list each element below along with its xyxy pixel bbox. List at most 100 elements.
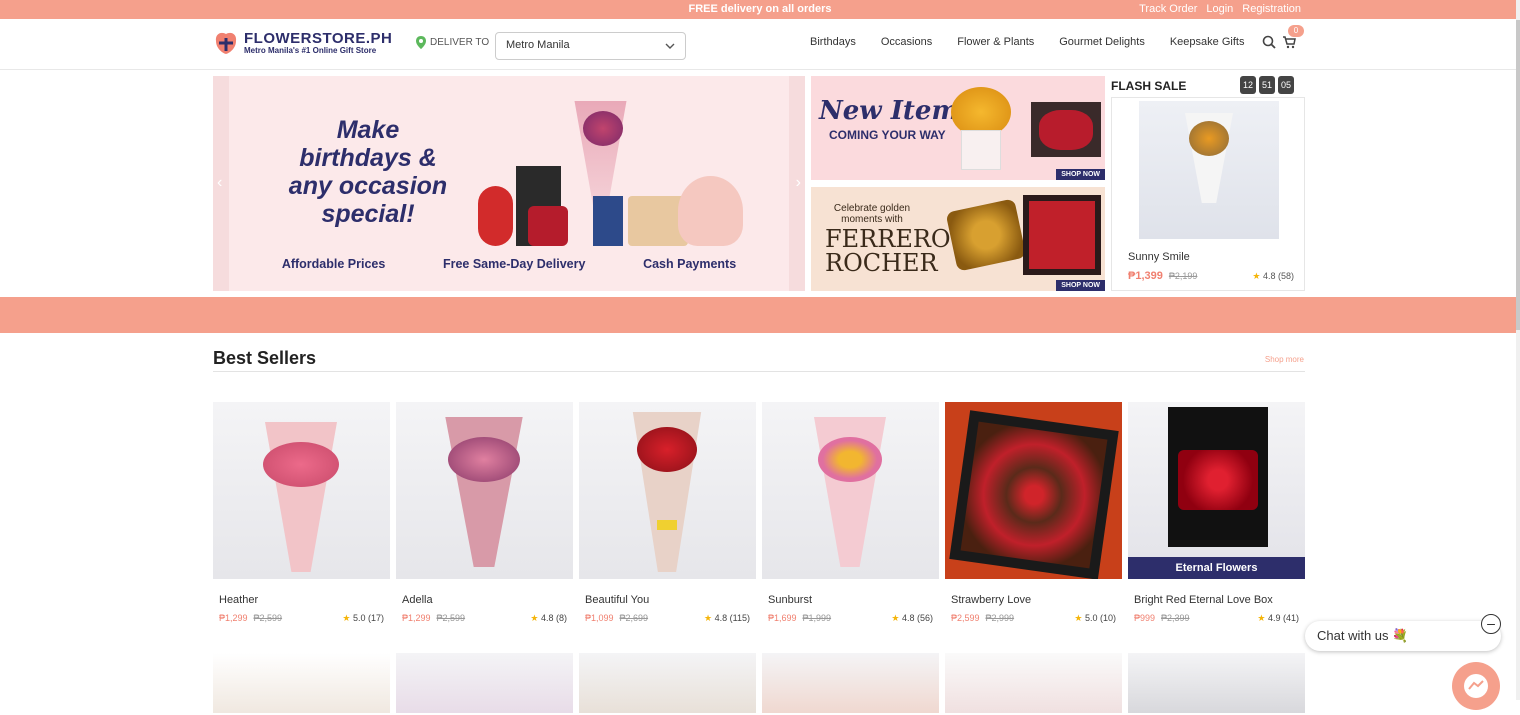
product-card[interactable] <box>396 653 573 713</box>
product-name: Adella <box>402 594 433 606</box>
best-sellers-title: Best Sellers <box>213 348 317 368</box>
location-value: Metro Manila <box>506 39 570 51</box>
deliver-to-label: DELIVER TO <box>416 36 489 49</box>
product-rating: ★ 4.9 (41) <box>1257 613 1299 623</box>
nav-gourmet-delights[interactable]: Gourmet Delights <box>1059 36 1145 48</box>
product-name: Bright Red Eternal Love Box <box>1134 594 1273 606</box>
timer-seconds: 05 <box>1278 76 1295 94</box>
star-icon: ★ <box>530 613 539 623</box>
main-nav: Birthdays Occasions Flower & Plants Gour… <box>810 36 1244 48</box>
product-old-price: ₱2,399 <box>1161 613 1190 623</box>
product-price: ₱999 ₱2,399 <box>1134 613 1190 623</box>
section-divider <box>213 371 1305 372</box>
perk-same-day-delivery: Free Same-Day Delivery <box>442 257 586 271</box>
perk-affordable-prices: Affordable Prices <box>281 257 386 271</box>
product-card[interactable] <box>762 653 939 713</box>
product-card[interactable]: Strawberry Love ₱2,599 ₱2,999 ★ 5.0 (10) <box>945 402 1122 632</box>
promo-band <box>0 297 1520 333</box>
product-name: Strawberry Love <box>951 594 1032 606</box>
product-rating: ★ 5.0 (17) <box>342 613 384 623</box>
flash-sale-product-image <box>1139 101 1279 239</box>
product-price: ₱1,299 ₱2,599 <box>219 613 283 623</box>
flash-product-name: Sunny Smile <box>1128 251 1190 263</box>
product-old-price: ₱2,599 <box>436 613 466 623</box>
shop-more-link[interactable]: Shop more <box>1265 355 1304 364</box>
carousel-next-icon[interactable]: › <box>796 174 801 192</box>
carousel-prev-icon[interactable]: ‹ <box>217 174 222 192</box>
page-scrollbar[interactable] <box>1516 0 1520 700</box>
flash-product-price: ₱1,399 ₱2,199 <box>1128 270 1198 282</box>
cart-count-badge: 0 <box>1288 25 1304 37</box>
product-price: ₱2,599 ₱2,999 <box>951 613 1015 623</box>
ferrero-pre-text: Celebrate golden moments with <box>833 203 911 225</box>
eternal-flowers-badge: Eternal Flowers <box>1128 557 1305 579</box>
new-items-banner[interactable]: New Items COMING YOUR WAY SHOP NOW <box>811 76 1105 180</box>
product-card[interactable] <box>945 653 1122 713</box>
product-rating: ★ 5.0 (10) <box>1074 613 1116 623</box>
product-name: Heather <box>219 594 259 606</box>
location-select[interactable]: Metro Manila <box>495 32 686 60</box>
star-icon: ★ <box>891 613 900 623</box>
cart-icon[interactable] <box>1282 35 1296 49</box>
perk-cash-payments: Cash Payments <box>643 257 737 271</box>
product-image <box>213 402 390 579</box>
nav-birthdays[interactable]: Birthdays <box>810 36 856 48</box>
hero-perks: Affordable Prices Free Same-Day Delivery… <box>213 257 805 271</box>
product-name: Sunburst <box>768 594 813 606</box>
timer-hours: 12 <box>1240 76 1257 94</box>
flash-product-rating: ★ 4.8 (58) <box>1252 271 1294 281</box>
product-image <box>762 402 939 579</box>
product-old-price: ₱1,999 <box>802 613 832 623</box>
product-rating: ★ 4.8 (56) <box>891 613 933 623</box>
product-image <box>579 402 756 579</box>
product-image <box>945 402 1122 579</box>
product-rating: ★ 4.8 (8) <box>530 613 567 623</box>
registration-link[interactable]: Registration <box>1242 3 1301 15</box>
star-icon: ★ <box>1074 613 1083 623</box>
search-icon[interactable] <box>1262 35 1276 49</box>
star-icon: ★ <box>1257 613 1266 623</box>
shop-now-button[interactable]: SHOP NOW <box>1056 280 1105 291</box>
hero-gifts-image <box>468 96 758 256</box>
product-old-price: ₱2,999 <box>985 613 1015 623</box>
chat-widget[interactable]: Chat with us 💐 <box>1305 621 1501 651</box>
nav-flowers-plants[interactable]: Flower & Plants <box>957 36 1034 48</box>
product-card[interactable]: Beautiful You ₱1,099 ₱2,699 ★ 4.8 (115) <box>579 402 756 632</box>
product-card[interactable] <box>1128 653 1305 713</box>
login-link[interactable]: Login <box>1206 3 1233 15</box>
chevron-down-icon <box>665 43 675 49</box>
product-old-price: ₱2,699 <box>619 613 649 623</box>
scrollbar-thumb[interactable] <box>1516 20 1520 330</box>
product-card[interactable] <box>579 653 756 713</box>
flower-logo-icon <box>215 32 237 54</box>
new-items-subtitle: COMING YOUR WAY <box>829 128 946 142</box>
chat-minimize-icon[interactable]: – <box>1481 614 1501 634</box>
product-card[interactable]: Sunburst ₱1,699 ₱1,999 ★ 4.8 (56) <box>762 402 939 632</box>
nav-occasions[interactable]: Occasions <box>881 36 932 48</box>
product-name: Beautiful You <box>585 594 650 606</box>
product-card[interactable]: Eternal Flowers Bright Red Eternal Love … <box>1128 402 1305 632</box>
star-icon: ★ <box>704 613 713 623</box>
ferrero-rocher-banner[interactable]: Celebrate golden moments with FERRERO RO… <box>811 187 1105 291</box>
hero-carousel[interactable]: ‹ › Make birthdays & any occasion specia… <box>213 76 805 291</box>
product-card[interactable]: Adella ₱1,299 ₱2,599 ★ 4.8 (8) <box>396 402 573 632</box>
messenger-bubble-icon <box>1464 674 1488 698</box>
flash-sale-title: FLASH SALE <box>1111 79 1187 93</box>
track-order-link[interactable]: Track Order <box>1139 3 1197 15</box>
best-sellers-grid: Heather ₱1,299 ₱2,599 ★ 5.0 (17) Adella ₱… <box>213 402 1305 632</box>
site-logo[interactable]: FLOWERSTORE.PH Metro Manila's #1 Online … <box>213 31 392 55</box>
brand-tagline: Metro Manila's #1 Online Gift Store <box>244 45 377 55</box>
product-price: ₱1,699 ₱1,999 <box>768 613 832 623</box>
product-card[interactable]: Heather ₱1,299 ₱2,599 ★ 5.0 (17) <box>213 402 390 632</box>
messenger-icon[interactable] <box>1452 662 1500 710</box>
site-header: FLOWERSTORE.PH Metro Manila's #1 Online … <box>0 19 1520 70</box>
shop-now-button[interactable]: SHOP NOW <box>1056 169 1105 180</box>
product-old-price: ₱2,599 <box>253 613 283 623</box>
account-links: Track Order Login Registration <box>1139 3 1301 15</box>
nav-keepsake-gifts[interactable]: Keepsake Gifts <box>1170 36 1245 48</box>
top-promo-bar: FREE delivery on all orders Track Order … <box>0 0 1520 19</box>
product-price: ₱1,099 ₱2,699 <box>585 613 649 623</box>
flash-sale-product-card[interactable]: Sunny Smile ₱1,399 ₱2,199 ★ 4.8 (58) <box>1111 97 1305 291</box>
product-card[interactable] <box>213 653 390 713</box>
flash-sale-panel: FLASH SALE 12 51 05 Sunny Smile ₱1,399 ₱2… <box>1111 76 1305 291</box>
